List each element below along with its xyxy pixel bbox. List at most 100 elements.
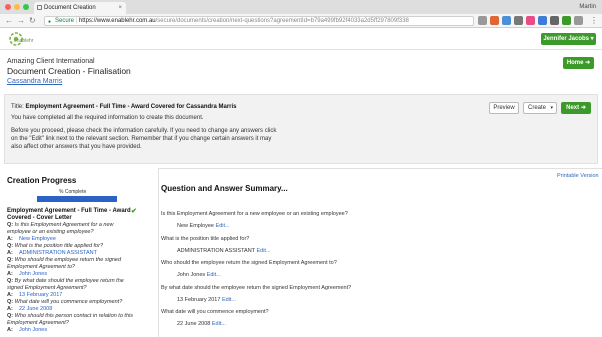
address-bar[interactable]: ● Secure | https://www.enablehr.com.au/s… — [44, 16, 474, 26]
browser-menu-icon[interactable]: ⋮ — [590, 15, 598, 27]
answer-link[interactable]: John Jones — [19, 271, 47, 277]
question-text-cont: Employment Agreement to? — [7, 264, 75, 270]
page-favicon-icon — [37, 5, 42, 10]
create-button[interactable]: Create ▾ — [523, 102, 557, 114]
employee-link[interactable]: Cassandra Marris — [7, 77, 131, 86]
progress-answer: A: John Jones — [7, 327, 145, 334]
summary-answer-value: John Jones — [177, 272, 206, 278]
progress-question: Q: Who should the employee return the si… — [7, 257, 145, 271]
sidebar-title: Creation Progress — [7, 176, 77, 185]
extension-icon-3[interactable] — [502, 16, 511, 25]
answer-link[interactable]: 22 June 2008 — [19, 306, 52, 312]
edit-link[interactable]: Edit... — [222, 297, 236, 303]
minimize-window-icon[interactable] — [14, 4, 20, 10]
extension-icon-4[interactable] — [514, 16, 523, 25]
creation-progress-sidebar: Creation Progress % Complete Employment … — [7, 176, 145, 334]
extension-icon-1[interactable] — [478, 16, 487, 25]
edit-link[interactable]: Edit... — [256, 248, 270, 254]
instruction-line-2: on the "Edit" link next to the relevant … — [11, 136, 272, 142]
check-icon: ✔ — [131, 208, 137, 215]
back-arrow-icon[interactable]: ← — [5, 15, 13, 27]
browser-tab[interactable]: Document Creation × — [34, 2, 126, 14]
progress-bar — [37, 196, 117, 202]
completion-message: You have completed all the required info… — [11, 115, 204, 121]
summary-answer-value: New Employee — [177, 223, 214, 229]
next-button[interactable]: Next ➜ — [561, 102, 591, 114]
user-menu-button[interactable]: Jennifer Jacobs ▾ — [541, 33, 596, 45]
summary-question: Who should the employee return the signe… — [161, 260, 337, 266]
browser-toolbar: ← → ↻ ● Secure | https://www.enablehr.co… — [0, 14, 602, 28]
extension-icon-2[interactable] — [490, 16, 499, 25]
answer-prefix: A: — [7, 236, 13, 242]
progress-question-list: Q: Is this Employment Agreement for a ne… — [7, 222, 145, 334]
tab-close-icon[interactable]: × — [118, 2, 122, 14]
progress-answer: A: ADMINISTRATION ASSISTANT — [7, 250, 145, 257]
answer-link[interactable]: ADMINISTRATION ASSISTANT — [19, 250, 97, 256]
question-prefix: Q: — [7, 243, 14, 249]
progress-answer: A: 13 February 2017 — [7, 292, 145, 299]
answer-link[interactable]: John Jones — [19, 327, 47, 333]
preview-button[interactable]: Preview — [489, 102, 519, 114]
question-prefix: Q: — [7, 257, 14, 263]
summary-question: What date will you commence employment? — [161, 309, 269, 315]
client-name: Amazing Client International — [7, 58, 95, 65]
close-window-icon[interactable] — [5, 4, 11, 10]
summary-section: Printable Version Question and Answer Su… — [158, 168, 602, 337]
question-prefix: Q: — [7, 222, 14, 228]
page-title: Document Creation - Finalisation — [7, 66, 131, 76]
question-text: Is this Employment Agreement for a new — [14, 222, 114, 228]
forward-arrow-icon[interactable]: → — [17, 15, 25, 27]
tab-title: Document Creation — [44, 5, 96, 11]
extension-icon-9[interactable] — [574, 16, 583, 25]
maximize-window-icon[interactable] — [23, 4, 29, 10]
question-text: Who should the employee return the signe… — [14, 257, 122, 263]
summary-question: By what date should the employee return … — [161, 284, 352, 291]
extension-icon-5[interactable] — [526, 16, 535, 25]
summary-answer: 22 June 2008 Edit... — [177, 321, 226, 327]
question-text-cont: signed Employment Agreement? — [7, 285, 87, 291]
question-text: By what date should the employee return … — [14, 278, 124, 284]
finalisation-panel: Title: Employment Agreement - Full Time … — [4, 94, 598, 164]
answer-prefix: A: — [7, 250, 13, 256]
lock-icon: ● — [48, 19, 52, 25]
section-title-line-2: Covered - Cover Letter — [7, 215, 72, 221]
progress-bar-fill — [37, 196, 117, 202]
answer-link[interactable]: New Employee — [19, 236, 56, 242]
extension-icon-6[interactable] — [538, 16, 547, 25]
chevron-down-icon[interactable]: ▾ — [550, 103, 553, 113]
question-text-cont: employee or an existing employee? — [7, 229, 94, 235]
reload-icon[interactable]: ↻ — [29, 15, 36, 27]
question-text: Who should this person contact in relati… — [14, 313, 133, 319]
browser-profile-name[interactable]: Martin — [579, 2, 596, 12]
extension-icon-7[interactable] — [550, 16, 559, 25]
document-title-label: Title: — [11, 104, 24, 110]
summary-answer-value: 22 June 2008 — [177, 321, 211, 327]
section-title-line-1: Employment Agreement - Full Time - Award — [7, 208, 131, 214]
page-heading: Amazing Client International Document Cr… — [7, 57, 131, 86]
summary-answer-value: ADMINISTRATION ASSISTANT — [177, 247, 255, 254]
progress-question: Q: What is the position title applied fo… — [7, 243, 145, 250]
secure-label: Secure — [55, 18, 75, 24]
question-prefix: Q: — [7, 313, 14, 319]
summary-answer: 13 February 2017 Edit... — [177, 297, 236, 303]
question-text: What is the position title applied for? — [14, 243, 104, 249]
answer-prefix: A: — [7, 306, 13, 312]
home-button[interactable]: Home ➜ — [563, 57, 594, 69]
edit-link[interactable]: Edit... — [212, 321, 226, 327]
summary-question: What is the position title applied for? — [161, 235, 250, 242]
progress-answer: A: 22 June 2008 — [7, 306, 145, 313]
printable-version-link[interactable]: Printable Version — [557, 173, 599, 179]
document-title: Title: Employment Agreement - Full Time … — [11, 104, 237, 110]
section-title[interactable]: Employment Agreement - Full Time - Award… — [7, 208, 145, 222]
answer-prefix: A: — [7, 292, 13, 298]
progress-question: Q: By what date should the employee retu… — [7, 278, 145, 292]
url-host: https://www.enablehr.com.au — [78, 18, 156, 24]
extension-icon-8[interactable] — [562, 16, 571, 25]
edit-link[interactable]: Edit... — [216, 223, 230, 229]
logo-text: enablehr — [14, 38, 34, 44]
answer-link[interactable]: 13 February 2017 — [19, 292, 62, 298]
edit-link[interactable]: Edit... — [207, 272, 221, 278]
progress-question: Q: Who should this person contact in rel… — [7, 313, 145, 327]
answer-prefix: A: — [7, 327, 13, 333]
url-path: /secure/documents/creation/next-question… — [155, 18, 409, 24]
